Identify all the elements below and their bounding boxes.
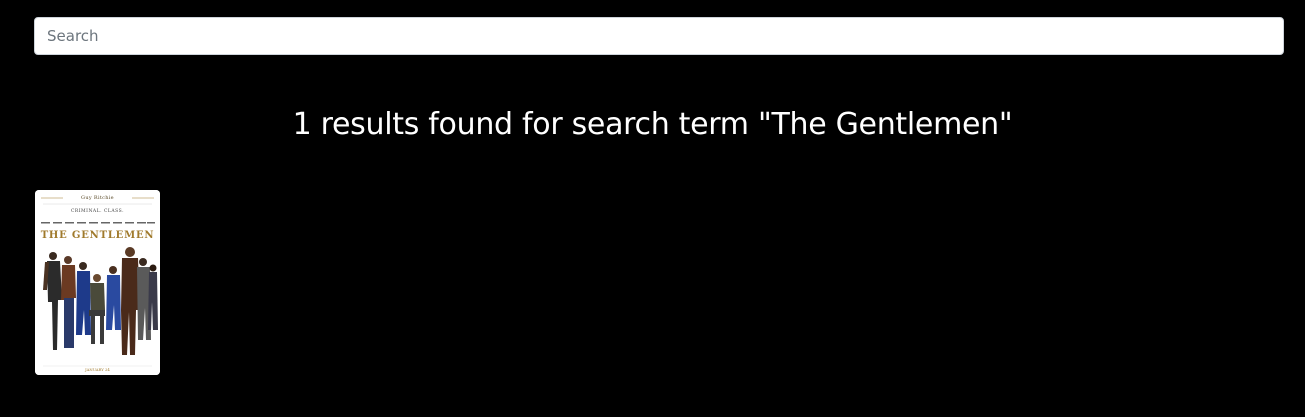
- search-input[interactable]: [34, 17, 1284, 55]
- results-heading: 1 results found for search term "The Gen…: [292, 107, 1013, 142]
- search-bar: [34, 17, 1284, 55]
- poster-title: THE GENTLEMEN: [40, 230, 155, 241]
- search-results-page: 1 results found for search term "The Gen…: [0, 0, 1305, 417]
- movie-poster-image: [35, 190, 160, 375]
- poster-release-date: JANUARY 24: [85, 367, 110, 372]
- results-grid: Guy Ritchie CRIMINAL. CLASS. THE GENTLEM…: [35, 190, 160, 375]
- poster-director: Guy Ritchie: [81, 195, 114, 201]
- poster-tagline: CRIMINAL. CLASS.: [70, 209, 125, 214]
- movie-poster-card[interactable]: Guy Ritchie CRIMINAL. CLASS. THE GENTLEM…: [35, 190, 160, 375]
